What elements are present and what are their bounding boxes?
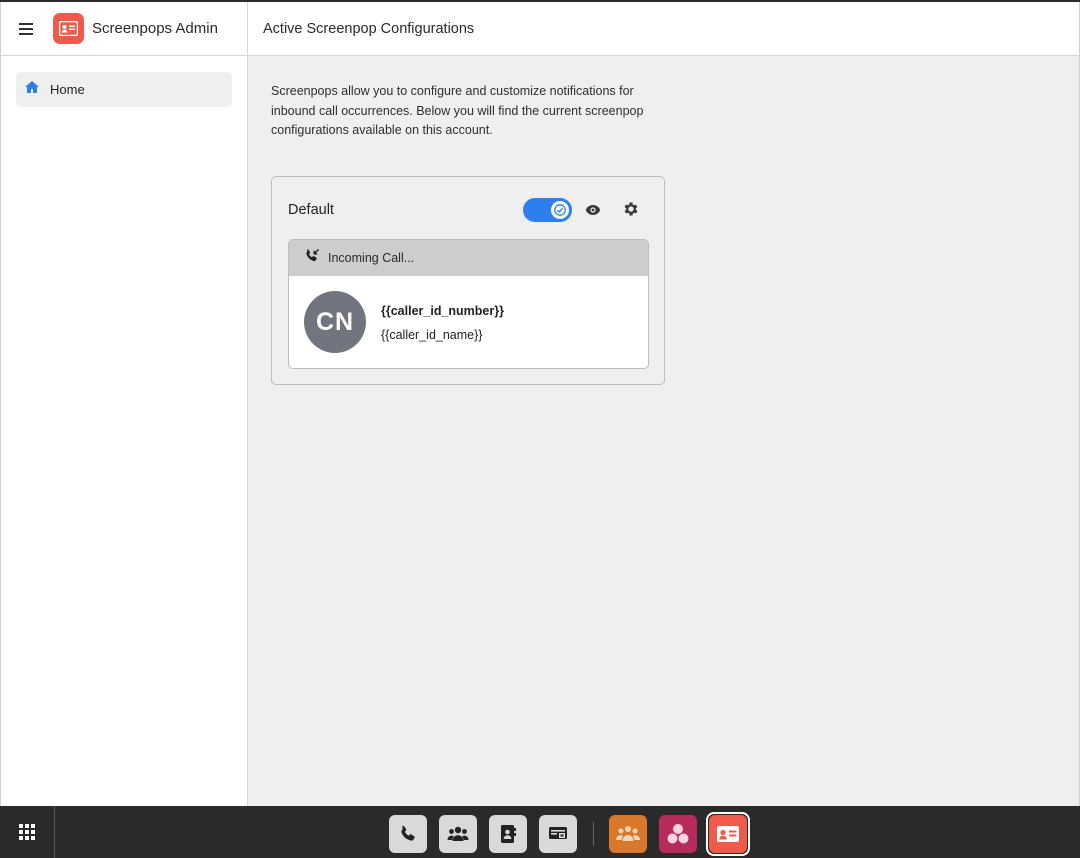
dock-separator: [593, 822, 594, 846]
fax-icon[interactable]: [539, 815, 577, 853]
enabled-toggle[interactable]: [523, 198, 572, 222]
screenpops-icon[interactable]: [709, 815, 747, 853]
incoming-call-label: Incoming Call...: [328, 251, 415, 265]
screenpop-config-card: Default Incoming Call... CN {{caller_id_…: [271, 176, 665, 385]
sidebar-item-label: Home: [50, 82, 85, 97]
preview-eye-icon[interactable]: [581, 198, 605, 222]
main-content: Active Screenpop Configurations Screenpo…: [248, 2, 1079, 806]
preview-header: Incoming Call...: [289, 240, 648, 276]
main-header: Active Screenpop Configurations: [248, 2, 1079, 56]
team-icon[interactable]: [609, 815, 647, 853]
circles-icon[interactable]: [659, 815, 697, 853]
taskbar: [0, 806, 1080, 858]
group-icon[interactable]: [439, 815, 477, 853]
app-title: Screenpops Admin: [92, 20, 218, 37]
avatar: CN: [304, 291, 366, 353]
check-icon: [551, 201, 569, 219]
sidebar-item-home[interactable]: Home: [16, 72, 232, 107]
settings-gear-icon[interactable]: [619, 197, 643, 221]
incoming-call-icon: [304, 248, 320, 269]
sidebar-nav: Home: [1, 56, 247, 123]
app-grid-icon[interactable]: [0, 806, 55, 858]
contacts-book-icon[interactable]: [489, 815, 527, 853]
app-window: Screenpops Admin Home Active Screenpop C…: [0, 2, 1080, 806]
home-icon: [24, 80, 40, 99]
contact-card-icon: [53, 13, 84, 44]
intro-text: Screenpops allow you to configure and cu…: [271, 84, 644, 137]
page-title: Active Screenpop Configurations: [263, 20, 475, 37]
hamburger-menu-icon[interactable]: [1, 2, 53, 56]
caller-name: {{caller_id_name}}: [381, 328, 483, 342]
config-name: Default: [288, 202, 334, 218]
screenpop-preview: Incoming Call... CN {{caller_id_number}}…: [288, 239, 649, 369]
sidebar-header: Screenpops Admin: [1, 2, 247, 56]
sidebar: Screenpops Admin Home: [1, 2, 248, 806]
phone-icon[interactable]: [389, 815, 427, 853]
caller-number: {{caller_id_number}}: [381, 304, 504, 318]
